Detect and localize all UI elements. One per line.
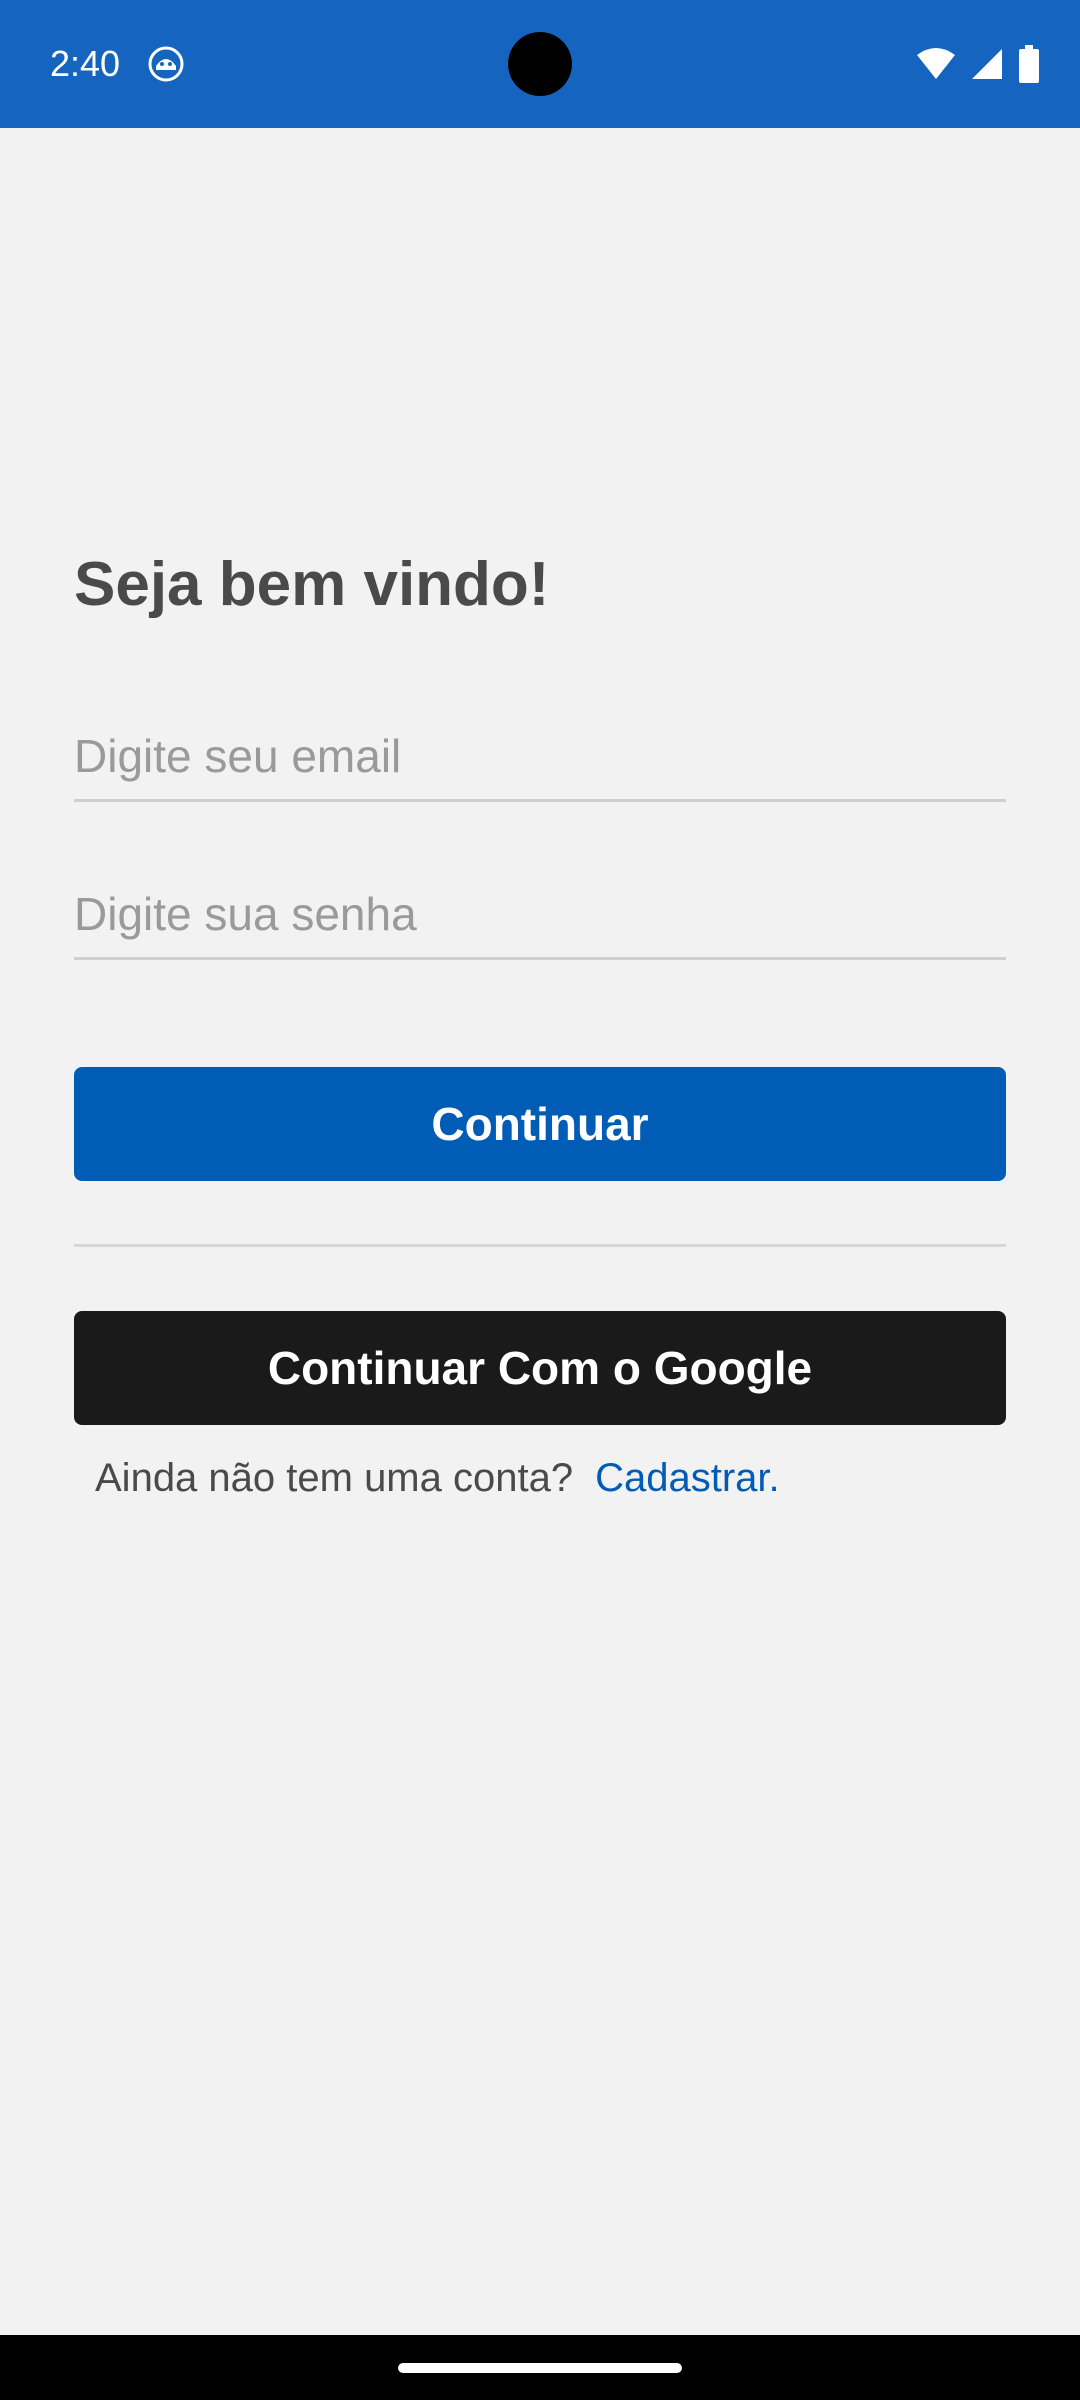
divider: [74, 1244, 1006, 1247]
signup-prompt: Ainda não tem uma conta?: [95, 1455, 574, 1500]
email-field[interactable]: [74, 712, 1006, 802]
cellular-signal-icon: [970, 47, 1004, 81]
camera-cutout: [508, 32, 572, 96]
page-title: Seja bem vindo!: [74, 550, 550, 619]
signup-row: Ainda não tem uma conta? Cadastrar.: [95, 1448, 780, 1508]
password-input[interactable]: [74, 870, 1006, 957]
home-indicator[interactable]: [398, 2363, 682, 2373]
password-field[interactable]: [74, 870, 1006, 960]
status-icons: [916, 44, 1040, 84]
status-time: 2:40: [50, 43, 121, 84]
battery-icon: [1018, 45, 1040, 83]
continue-button[interactable]: Continuar: [74, 1067, 1006, 1181]
email-input[interactable]: [74, 712, 1006, 799]
android-debug-icon: [148, 46, 184, 82]
signup-link[interactable]: Cadastrar.: [595, 1456, 780, 1501]
wifi-icon: [916, 47, 956, 81]
status-bar: 2:40: [0, 0, 1080, 128]
continue-with-google-button[interactable]: Continuar Com o Google: [74, 1311, 1006, 1425]
